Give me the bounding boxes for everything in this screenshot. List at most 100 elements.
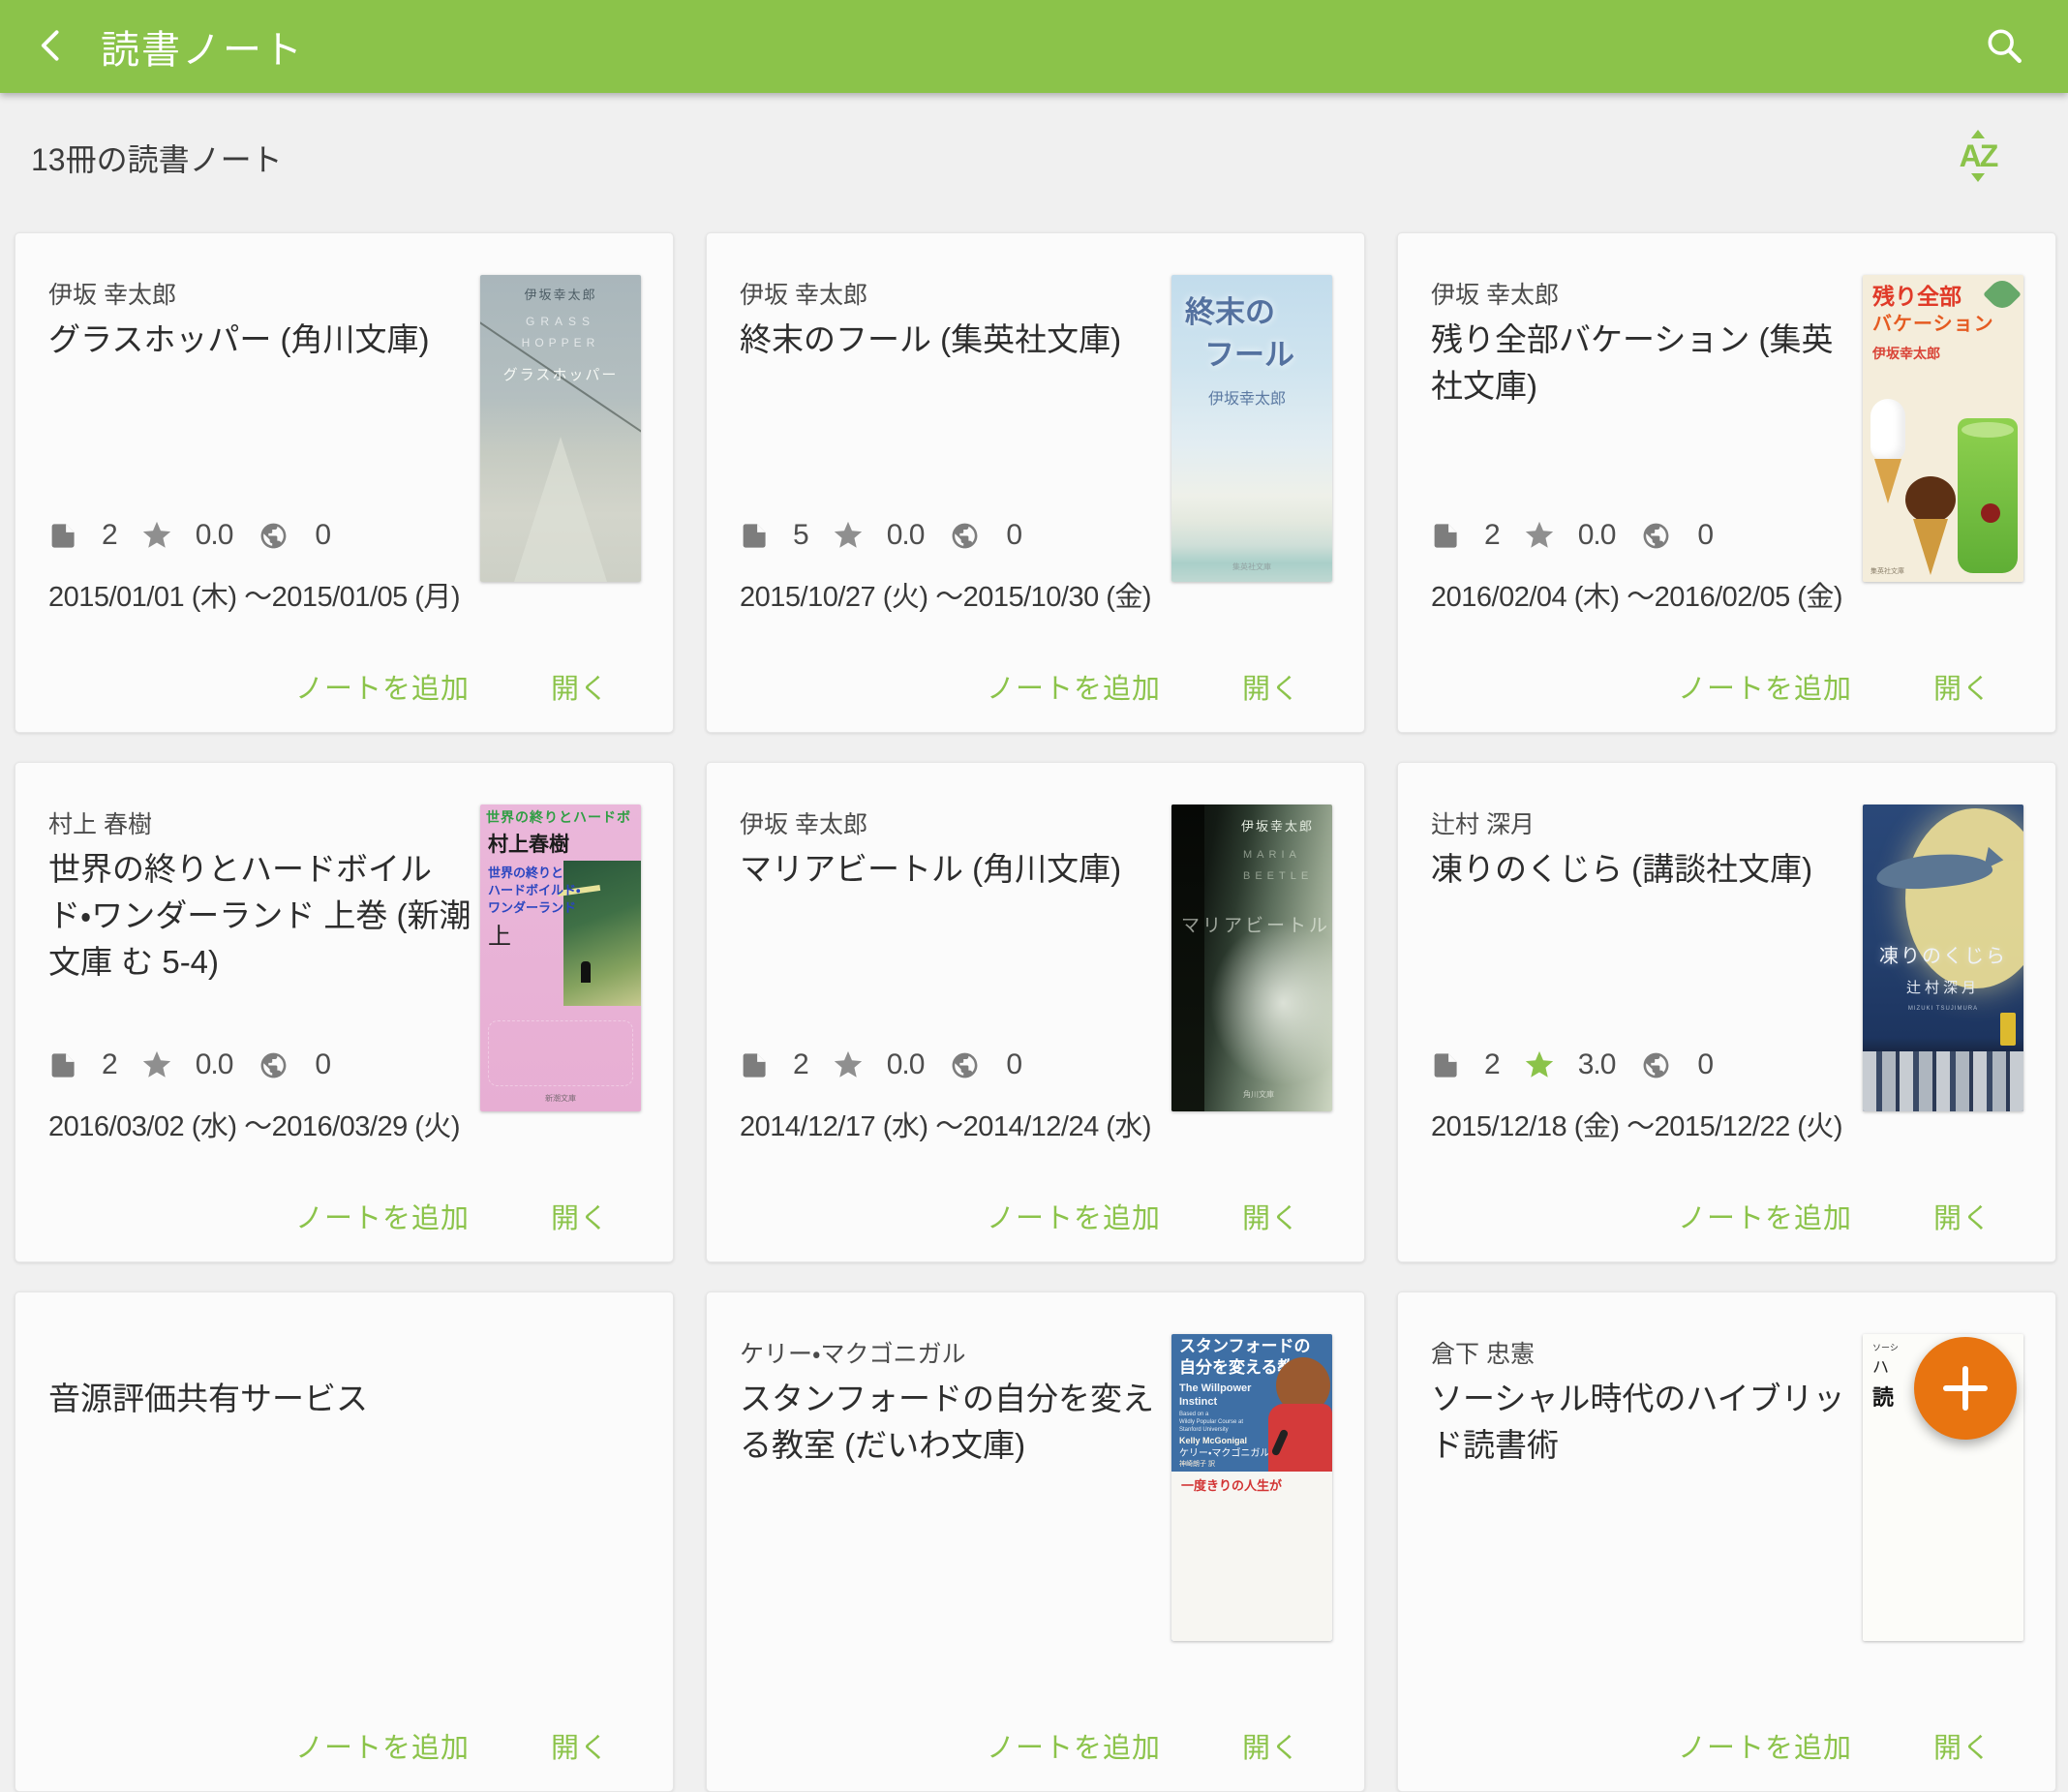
cover-text: BEETLE bbox=[1243, 870, 1313, 882]
cover-decor bbox=[1210, 921, 1332, 1085]
book-title: 凍りのくじら (講談社文庫) bbox=[1431, 846, 1857, 893]
note-icon bbox=[48, 522, 76, 550]
notes-count: 2 bbox=[102, 519, 117, 552]
open-link[interactable]: 開く bbox=[1933, 666, 1992, 707]
card-actions: ノートを追加 開く bbox=[987, 666, 1364, 707]
back-button[interactable] bbox=[17, 12, 87, 81]
open-link[interactable]: 開く bbox=[1933, 1196, 1992, 1236]
cover-text: MARIA bbox=[1243, 849, 1301, 861]
open-link[interactable]: 開く bbox=[551, 1196, 609, 1236]
cover-decor bbox=[1863, 1051, 2023, 1111]
rating-value: 0.0 bbox=[1578, 519, 1616, 552]
sort-alpha-button[interactable]: AZ bbox=[1944, 122, 2012, 190]
cover-decor bbox=[2000, 1013, 2016, 1046]
add-note-link[interactable]: ノートを追加 bbox=[987, 1196, 1161, 1236]
shared-count: 0 bbox=[1006, 1048, 1021, 1081]
card-actions: ノートを追加 開く bbox=[295, 1725, 673, 1766]
card-actions: ノートを追加 開く bbox=[1678, 1725, 2055, 1766]
add-note-link[interactable]: ノートを追加 bbox=[295, 666, 470, 707]
notes-count: 5 bbox=[793, 519, 808, 552]
book-card[interactable]: 辻村 深月 凍りのくじら (講談社文庫) 凍りのくじら辻村深月MIZUKI TS… bbox=[1397, 762, 2056, 1262]
cover-text: 辻村深月 bbox=[1906, 981, 1980, 997]
add-note-link[interactable]: ノートを追加 bbox=[295, 1725, 470, 1766]
add-note-link[interactable]: ノートを追加 bbox=[1678, 1196, 1852, 1236]
shared-count: 0 bbox=[1006, 519, 1021, 552]
book-cover-image: 伊坂幸太郎GRASSHOPPERグラスホッパー bbox=[480, 275, 641, 582]
add-note-link[interactable]: ノートを追加 bbox=[1678, 666, 1852, 707]
cover-text: 読 bbox=[1872, 1386, 1894, 1410]
card-actions: ノートを追加 開く bbox=[987, 1725, 1364, 1766]
cover-decor bbox=[1981, 503, 2000, 523]
notes-count: 2 bbox=[1484, 519, 1500, 552]
book-cover-image: 凍りのくじら辻村深月MIZUKI TSUJIMURA bbox=[1863, 805, 2023, 1111]
cover-text: 凍りのくじら bbox=[1879, 946, 2007, 967]
book-card[interactable]: ケリー・マクゴニガル スタンフォードの自分を変える教室 (だいわ文庫) スタンフ… bbox=[706, 1291, 1365, 1792]
cover-text: 角川文庫 bbox=[1243, 1091, 1274, 1100]
card-actions: ノートを追加 開く bbox=[295, 1196, 673, 1236]
cover-text: 伊坂幸太郎 bbox=[1872, 347, 1940, 361]
rating-value: 0.0 bbox=[887, 519, 925, 552]
notes-count: 2 bbox=[102, 1048, 117, 1081]
book-title: グラスホッパー (角川文庫) bbox=[48, 317, 474, 363]
cover-text: 村上春樹 bbox=[488, 834, 569, 856]
cover-decor bbox=[1983, 275, 2022, 314]
add-note-link[interactable]: ノートを追加 bbox=[1678, 1725, 1852, 1766]
open-link[interactable]: 開く bbox=[1933, 1725, 1992, 1766]
cover-text: Based on a bbox=[1179, 1412, 1208, 1418]
cover-decor bbox=[1870, 399, 1905, 461]
sort-down-arrow-icon bbox=[1971, 173, 1985, 182]
cover-text: Wildly Popular Course at bbox=[1179, 1419, 1243, 1426]
reading-dates: 2014/12/17 (水) ～2014/12/24 (水) bbox=[740, 1104, 1151, 1144]
cover-text: 伊坂幸太郎 bbox=[524, 289, 596, 302]
cover-text: ハ bbox=[1872, 1359, 1889, 1378]
add-note-link[interactable]: ノートを追加 bbox=[295, 1196, 470, 1236]
book-title: マリアビートル (角川文庫) bbox=[740, 846, 1166, 893]
book-cover-image: スタンフォードの自分を変える教室The WillpowerInstinctBas… bbox=[1171, 1334, 1332, 1641]
star-icon bbox=[1523, 519, 1556, 552]
open-link[interactable]: 開く bbox=[551, 666, 609, 707]
book-cover-image: 伊坂幸太郎MARIABEETLEマリアビートル角川文庫 bbox=[1171, 805, 1332, 1111]
sort-alpha-icon: AZ bbox=[1960, 140, 1997, 171]
notes-count: 2 bbox=[1484, 1048, 1500, 1081]
open-link[interactable]: 開く bbox=[551, 1725, 609, 1766]
book-title: スタンフォードの自分を変える教室 (だいわ文庫) bbox=[740, 1376, 1166, 1469]
card-actions: ノートを追加 開く bbox=[1678, 1196, 2055, 1236]
cover-text: ハードボイルド・ bbox=[488, 884, 580, 897]
stats-row: 2 0.0 0 bbox=[740, 1046, 1021, 1084]
book-cover-image: 世界の終りとハードボ村上春樹世界の終りとハードボイルド・ワンダーランド上新潮文庫 bbox=[480, 805, 641, 1111]
reading-dates: 2015/10/27 (火) ～2015/10/30 (金) bbox=[740, 574, 1151, 615]
book-author: 伊坂 幸太郎 bbox=[1431, 276, 1559, 311]
cover-text: 伊坂幸太郎 bbox=[1241, 820, 1314, 834]
add-note-link[interactable]: ノートを追加 bbox=[987, 1725, 1161, 1766]
book-author: 倉下 忠憲 bbox=[1431, 1335, 1535, 1370]
cover-text: 世界の終りとハードボ bbox=[486, 810, 631, 825]
shared-count: 0 bbox=[1697, 1048, 1713, 1081]
book-card[interactable]: 伊坂 幸太郎 グラスホッパー (角川文庫) 伊坂幸太郎GRASSHOPPERグラ… bbox=[15, 232, 674, 733]
globe-icon bbox=[1641, 521, 1671, 551]
note-icon bbox=[48, 1051, 76, 1079]
book-card[interactable]: 村上 春樹 世界の終りとハードボイルド・ワンダーランド 上巻 (新潮文庫 む 5… bbox=[15, 762, 674, 1262]
cover-text: ワンダーランド bbox=[488, 901, 576, 915]
book-author: 伊坂 幸太郎 bbox=[48, 276, 176, 311]
note-icon bbox=[740, 522, 768, 550]
cover-text: 神崎朗子 訳 bbox=[1179, 1461, 1215, 1469]
book-card[interactable]: 伊坂 幸太郎 残り全部バケーション (集英社文庫) 残り全部バケーション伊坂幸太… bbox=[1397, 232, 2056, 733]
add-note-link[interactable]: ノートを追加 bbox=[987, 666, 1161, 707]
cover-decor bbox=[1905, 476, 1956, 523]
star-icon bbox=[832, 1048, 865, 1081]
book-author: 辻村 深月 bbox=[1431, 805, 1535, 840]
cover-text: 残り全部 bbox=[1872, 285, 1962, 309]
search-button[interactable] bbox=[1969, 12, 2039, 81]
book-card[interactable]: 伊坂 幸太郎 マリアビートル (角川文庫) 伊坂幸太郎MARIABEETLEマリ… bbox=[706, 762, 1365, 1262]
book-author: 伊坂 幸太郎 bbox=[740, 276, 867, 311]
cover-text: バケーション bbox=[1872, 314, 1994, 335]
book-card[interactable]: 音源評価共有サービス bbox=[15, 1291, 674, 1792]
reading-dates: 2016/02/04 (木) ～2016/02/05 (金) bbox=[1431, 574, 1842, 615]
fab-add-button[interactable] bbox=[1914, 1337, 2017, 1440]
cover-decor bbox=[1171, 1472, 1332, 1641]
book-card[interactable]: 伊坂 幸太郎 終末のフール (集英社文庫) 終末のフール伊坂幸太郎集英社文庫 5… bbox=[706, 232, 1365, 733]
globe-icon bbox=[258, 521, 289, 551]
open-link[interactable]: 開く bbox=[1242, 1196, 1300, 1236]
open-link[interactable]: 開く bbox=[1242, 666, 1300, 707]
open-link[interactable]: 開く bbox=[1242, 1725, 1300, 1766]
